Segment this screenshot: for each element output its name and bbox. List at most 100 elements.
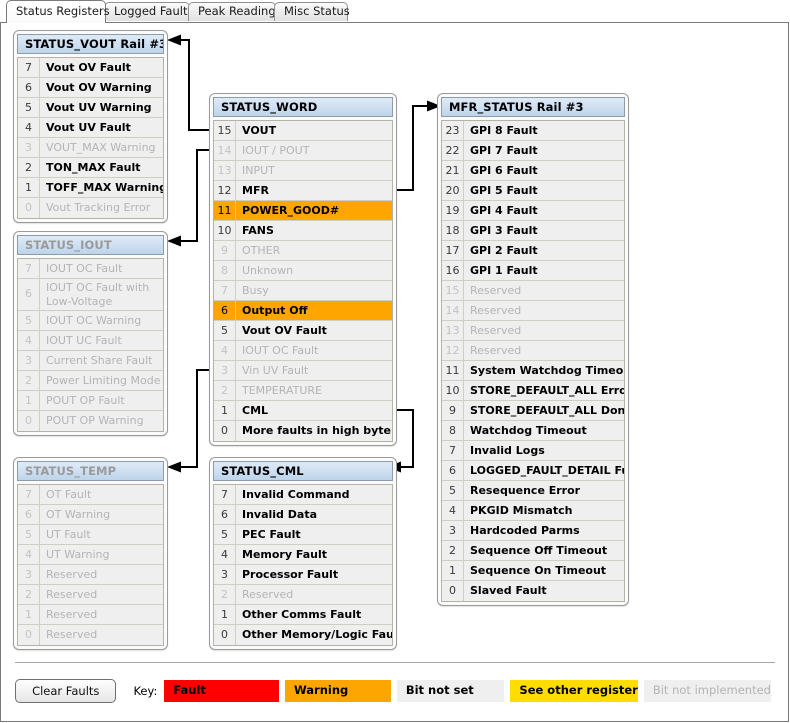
legend-swatch-bit-not-set: Bit not set — [396, 680, 505, 702]
register-bit-row: 14 Reserved — [442, 301, 624, 321]
register-bit-row: 6 Output Off — [214, 301, 392, 321]
register-bit-label: Resequence Error — [470, 484, 581, 497]
register-bit-label: Watchdog Timeout — [470, 424, 587, 437]
register-bit-row: 3 Hardcoded Parms — [442, 521, 624, 541]
register-bit-label: Vout OV Fault — [46, 61, 131, 74]
register-bit-number: 2 — [18, 585, 40, 604]
register-rows-status-vout: 7 Vout OV Fault 6 Vout OV Warning 5 Vout UV W… — [17, 57, 164, 219]
register-bit-label: UT Fault — [46, 528, 91, 541]
register-bit-number: 12 — [214, 181, 236, 200]
register-box-mfr-status: MFR_STATUS Rail #3 23 GPI 8 Fault 22 GPI 7 … — [437, 93, 629, 606]
register-bit-label: VOUT — [242, 124, 277, 137]
register-bit-number: 7 — [18, 58, 40, 77]
register-bit-number: 0 — [214, 421, 236, 441]
register-bit-row: 9 OTHER — [214, 241, 392, 261]
register-bit-row: 6 OT Warning — [18, 505, 163, 525]
register-bit-label: GPI 4 Fault — [470, 204, 538, 217]
register-bit-number: 12 — [442, 341, 464, 360]
register-bit-row: 0 POUT OP Warning — [18, 411, 163, 431]
register-bit-label: System Watchdog Timeout — [470, 364, 624, 377]
register-bit-label: Reserved — [46, 628, 98, 641]
register-bit-row: 11 System Watchdog Timeout — [442, 361, 624, 381]
register-title-status-vout: STATUS_VOUT Rail #3 — [17, 34, 164, 54]
register-bit-number: 5 — [214, 321, 236, 340]
register-title-status-temp: STATUS_TEMP — [17, 461, 164, 481]
register-bit-number: 8 — [214, 261, 236, 280]
register-bit-row: 16 GPI 1 Fault — [442, 261, 624, 281]
register-bit-number: 5 — [18, 311, 40, 330]
register-bit-row: 7 Vout OV Fault — [18, 58, 163, 78]
register-bit-row: 15 Reserved — [442, 281, 624, 301]
register-bit-row: 2 Power Limiting Mode — [18, 371, 163, 391]
register-bit-number: 18 — [442, 221, 464, 240]
register-bit-label: Reserved — [46, 588, 98, 601]
register-bit-number: 20 — [442, 181, 464, 200]
tab-status-registers[interactable]: Status Registers — [6, 0, 110, 23]
register-bit-label: Processor Fault — [242, 568, 339, 581]
register-bit-row: 10 FANS — [214, 221, 392, 241]
register-bit-row: 1 CML — [214, 401, 392, 421]
register-bit-number: 3 — [442, 521, 464, 540]
register-bit-number: 11 — [214, 201, 236, 220]
register-bit-label: Output Off — [242, 304, 308, 317]
register-bit-number: 3 — [18, 351, 40, 370]
register-bit-row: 4 Vout UV Fault — [18, 118, 163, 138]
register-bit-row: 18 GPI 3 Fault — [442, 221, 624, 241]
register-bit-label: OT Warning — [46, 508, 111, 521]
register-bit-number: 0 — [18, 625, 40, 645]
register-bit-number: 2 — [214, 585, 236, 604]
register-bit-number: 4 — [442, 501, 464, 520]
register-bit-row: 1 POUT OP Fault — [18, 391, 163, 411]
register-bit-number: 23 — [442, 121, 464, 140]
register-bit-row: 2 Reserved — [214, 585, 392, 605]
footer-divider — [15, 662, 775, 663]
register-bit-row: 2 Reserved — [18, 585, 163, 605]
register-rows-status-iout: 7 IOUT OC Fault 6 IOUT OC Fault with Low-Vo… — [17, 258, 164, 432]
register-bit-row: 10 STORE_DEFAULT_ALL Error — [442, 381, 624, 401]
clear-faults-button[interactable]: Clear Faults — [15, 679, 117, 703]
register-bit-number: 0 — [18, 198, 40, 218]
register-bit-label: PKGID Mismatch — [470, 504, 573, 517]
legend-swatch-bit-not-implemented: Bit not implemented — [643, 680, 771, 702]
register-bit-label: Invalid Command — [242, 488, 350, 501]
register-bit-row: 5 Resequence Error — [442, 481, 624, 501]
tab-peak-readings[interactable]: Peak Readings — [188, 2, 282, 21]
register-bit-row: 23 GPI 8 Fault — [442, 121, 624, 141]
register-bit-number: 1 — [18, 391, 40, 410]
register-bit-label: IOUT OC Fault — [242, 344, 319, 357]
register-bit-row: 11 POWER_GOOD# — [214, 201, 392, 221]
tab-logged-faults[interactable]: Logged Faults — [104, 2, 193, 21]
register-bit-label: IOUT OC Warning — [46, 314, 142, 327]
register-title-status-cml: STATUS_CML — [213, 461, 393, 481]
register-bit-label: POWER_GOOD# — [242, 204, 340, 217]
register-bit-row: 12 Reserved — [442, 341, 624, 361]
register-bit-row: 4 Memory Fault — [214, 545, 392, 565]
register-bit-row: 2 TEMPERATURE — [214, 381, 392, 401]
register-bit-label: STORE_DEFAULT_ALL Done — [470, 404, 624, 417]
register-rows-mfr-status: 23 GPI 8 Fault 22 GPI 7 Fault 21 GPI 6 Fault 2… — [441, 120, 625, 602]
register-bit-label: Reserved — [46, 608, 98, 621]
register-bit-label: Reserved — [470, 304, 522, 317]
tab-misc-status[interactable]: Misc Status — [274, 2, 350, 21]
legend-swatch-fault: Fault — [164, 680, 279, 702]
register-bit-number: 6 — [442, 461, 464, 480]
register-bit-row: 1 Reserved — [18, 605, 163, 625]
register-bit-row: 4 UT Warning — [18, 545, 163, 565]
register-bit-label: Sequence Off Timeout — [470, 544, 608, 557]
register-bit-row: 0 Vout Tracking Error — [18, 198, 163, 218]
register-bit-number: 10 — [442, 381, 464, 400]
register-bit-row: 8 Unknown — [214, 261, 392, 281]
register-bit-row: 19 GPI 4 Fault — [442, 201, 624, 221]
register-bit-row: 7 IOUT OC Fault — [18, 259, 163, 279]
register-bit-label: OTHER — [242, 244, 281, 257]
register-bit-number: 14 — [442, 301, 464, 320]
register-bit-label: More faults in high byte — [242, 424, 391, 437]
register-bit-label: Reserved — [242, 588, 294, 601]
register-bit-number: 2 — [18, 158, 40, 177]
register-bit-row: 9 STORE_DEFAULT_ALL Done — [442, 401, 624, 421]
register-bit-number: 15 — [442, 281, 464, 300]
register-bit-row: 1 Sequence On Timeout — [442, 561, 624, 581]
register-bit-label: STORE_DEFAULT_ALL Error — [470, 384, 624, 397]
register-bit-row: 7 OT Fault — [18, 485, 163, 505]
register-bit-row: 2 TON_MAX Fault — [18, 158, 163, 178]
